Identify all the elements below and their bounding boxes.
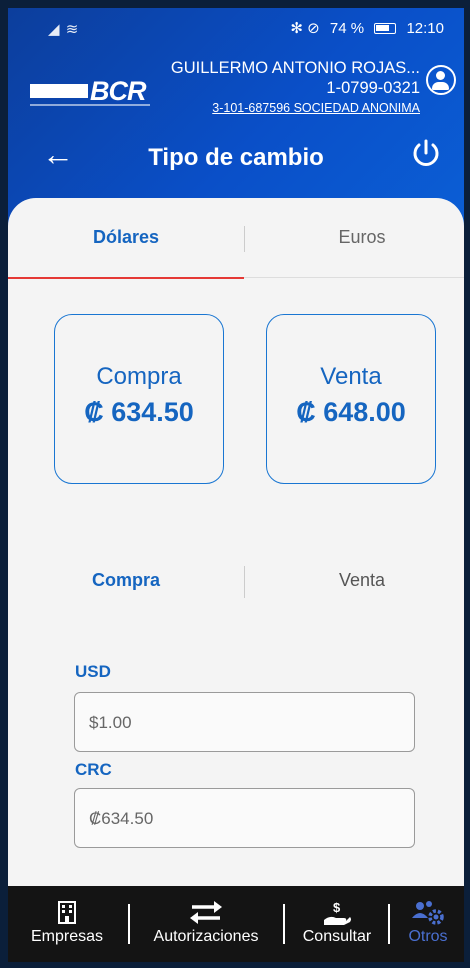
account-icon[interactable] (426, 65, 456, 95)
logo-text: BCR (90, 76, 146, 106)
nav-empresas-label: Empresas (30, 928, 104, 945)
nav-autorizaciones-label: Autorizaciones (153, 928, 259, 945)
bcr-logo: BCR (30, 76, 160, 114)
crc-label: CRC (75, 760, 112, 779)
nav-divider (388, 904, 390, 944)
logout-power-icon[interactable] (408, 136, 444, 172)
svg-text:$: $ (333, 900, 341, 915)
crc-amount-field[interactable]: ₡634.50 (74, 788, 415, 848)
buy-rate-value: ₡ 634.50 (84, 397, 194, 427)
sell-rate-card: Venta ₡ 648.00 (266, 314, 436, 484)
logo-tagline-line (30, 104, 150, 106)
nav-divider (283, 904, 285, 944)
user-name: GUILLERMO ANTONIO ROJAS... (170, 59, 420, 77)
usd-label: USD (75, 662, 111, 681)
user-company-link[interactable]: 3-101-687596 SOCIEDAD ANONIMA (171, 98, 420, 118)
building-icon (8, 886, 126, 924)
bluetooth-alarm-icons: ✻ ⊘ (290, 20, 320, 37)
sell-rate-label: Venta (320, 363, 382, 390)
transfer-arrows-icon (132, 886, 280, 924)
user-id: 1-0799-0321 (326, 79, 420, 97)
tab-dolares[interactable]: Dólares (8, 198, 244, 279)
nav-divider (128, 904, 130, 944)
nav-consultar[interactable]: $ Consultar (286, 886, 388, 962)
status-time: 12:10 (406, 20, 444, 37)
nav-empresas[interactable]: Empresas (8, 886, 126, 962)
signal-wifi-icons: ◢ ≋ (48, 21, 80, 38)
nav-otros[interactable]: Otros (392, 886, 464, 962)
people-gear-icon (392, 886, 464, 925)
sell-rate-value: ₡ 648.00 (296, 397, 406, 427)
page-title: Tipo de cambio (148, 144, 324, 171)
battery-icon (374, 23, 397, 34)
status-right: ✻ ⊘ 74 % 12:10 (284, 19, 444, 37)
tab-venta[interactable]: Venta (244, 570, 464, 591)
logo-bar (30, 84, 88, 98)
content-card: Dólares Euros Compra ₡ 634.50 Venta ₡ 64… (8, 198, 464, 958)
status-bar: ◢ ≋ ✻ ⊘ 74 % 12:10 (8, 8, 464, 46)
conversion-mode-tabs: Compra Venta (8, 558, 464, 618)
currency-tabs: Dólares Euros (8, 198, 464, 279)
tab-euros[interactable]: Euros (244, 198, 464, 278)
bottom-navigation: Empresas Autorizaciones $ Consultar Otro… (8, 886, 464, 962)
nav-consultar-label: Consultar (302, 928, 372, 945)
nav-autorizaciones[interactable]: Autorizaciones (132, 886, 280, 962)
app-screen: ◢ ≋ ✻ ⊘ 74 % 12:10 BCR GUILLERMO ANTONIO… (8, 8, 464, 962)
usd-amount-input[interactable]: $1.00 (74, 692, 415, 752)
battery-percent: 74 % (329, 20, 365, 37)
buy-rate-card: Compra ₡ 634.50 (54, 314, 224, 484)
tab-compra[interactable]: Compra (8, 570, 244, 591)
hand-money-icon: $ (286, 886, 388, 925)
user-info[interactable]: GUILLERMO ANTONIO ROJAS... 1-0799-0321 3… (171, 58, 420, 118)
nav-otros-label: Otros (408, 928, 448, 945)
buy-rate-label: Compra (96, 363, 182, 390)
